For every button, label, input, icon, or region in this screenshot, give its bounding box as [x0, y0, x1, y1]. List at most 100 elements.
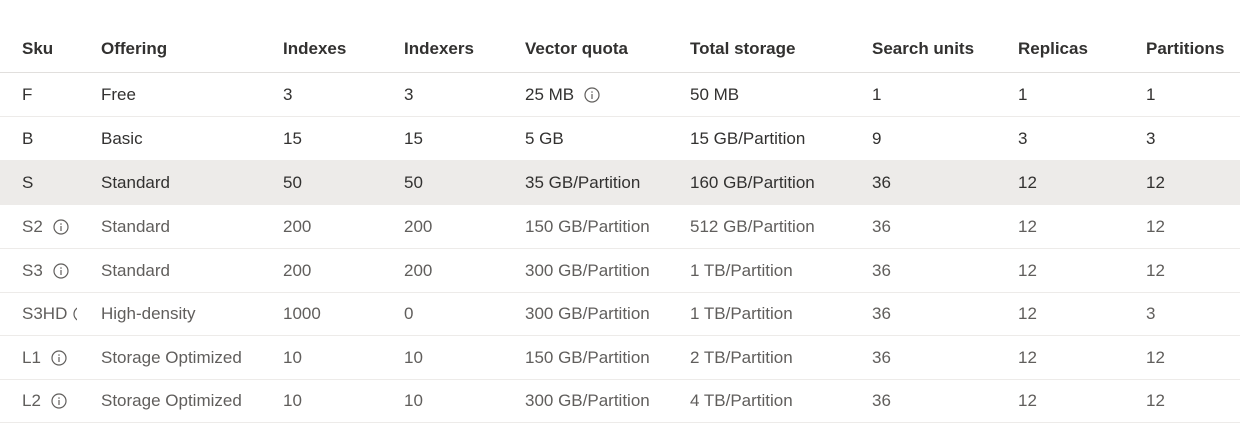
indexes-cell: 15: [283, 128, 302, 148]
column-header-indexes[interactable]: Indexes: [283, 26, 346, 72]
total-storage-cell: 15 GB/Partition: [690, 128, 806, 148]
tier-row-f[interactable]: F Free 3 3 25 MB 50 MB 1 1 1: [0, 73, 1240, 117]
sku-cell: F: [22, 84, 33, 104]
indexes-cell: 3: [283, 84, 293, 104]
sku-value: L2: [22, 390, 41, 410]
info-icon[interactable]: [51, 392, 67, 409]
partitions-cell: 12: [1146, 260, 1165, 280]
offering-cell: Standard: [101, 260, 170, 280]
search-units-cell: 1: [872, 84, 882, 104]
sku-value: L1: [22, 347, 41, 367]
indexes-cell: 200: [283, 260, 312, 280]
total-storage-cell: 160 GB/Partition: [690, 172, 815, 192]
sku-cell: S3: [22, 249, 69, 292]
vector-quota-cell: 5 GB: [525, 128, 564, 148]
search-units-cell: 36: [872, 390, 891, 410]
total-storage-cell: 4 TB/Partition: [690, 390, 793, 410]
column-header-vector-quota[interactable]: Vector quota: [525, 26, 628, 72]
info-icon[interactable]: [53, 218, 69, 235]
sku-cell: L2: [22, 379, 67, 422]
vector-quota-cell: 300 GB/Partition: [525, 260, 650, 280]
tier-row-b[interactable]: B Basic 15 15 5 GB 15 GB/Partition 9 3 3: [0, 117, 1240, 161]
replicas-cell: 12: [1018, 172, 1037, 192]
tier-row-s3[interactable]: S3 Standard 200 200 300 GB/Partition 1 T…: [0, 249, 1240, 293]
tier-row-s[interactable]: S Standard 50 50 35 GB/Partition 160 GB/…: [0, 161, 1240, 205]
partitions-cell: 3: [1146, 303, 1156, 323]
search-units-cell: 36: [872, 303, 891, 323]
total-storage-cell: 1 TB/Partition: [690, 303, 793, 323]
total-storage-cell: 1 TB/Partition: [690, 260, 793, 280]
indexers-cell: 10: [404, 347, 423, 367]
vector-quota-cell: 25 MB: [525, 73, 600, 116]
info-icon[interactable]: [53, 262, 69, 279]
indexers-cell: 3: [404, 84, 414, 104]
offering-cell: High-density: [101, 303, 196, 323]
indexers-cell: 200: [404, 216, 433, 236]
pricing-tier-grid: Sku Offering Indexes Indexers Vector quo…: [0, 0, 1240, 430]
replicas-cell: 12: [1018, 347, 1037, 367]
sku-cell: S3HD: [22, 292, 78, 335]
partitions-cell: 1: [1146, 84, 1156, 104]
replicas-cell: 12: [1018, 390, 1037, 410]
column-header-replicas[interactable]: Replicas: [1018, 26, 1088, 72]
indexes-cell: 10: [283, 390, 302, 410]
indexers-cell: 50: [404, 172, 423, 192]
column-header-indexers[interactable]: Indexers: [404, 26, 474, 72]
offering-cell: Storage Optimized: [101, 390, 242, 410]
sku-cell: L1: [22, 336, 67, 379]
replicas-cell: 12: [1018, 216, 1037, 236]
partitions-cell: 12: [1146, 172, 1165, 192]
offering-cell: Storage Optimized: [101, 347, 242, 367]
tier-row-s3hd[interactable]: S3HD High-density 1000 0 300 GB/Partitio…: [0, 292, 1240, 336]
partitions-cell: 12: [1146, 347, 1165, 367]
vector-quota-cell: 35 GB/Partition: [525, 172, 641, 192]
search-units-cell: 36: [872, 260, 891, 280]
indexers-cell: 10: [404, 390, 423, 410]
indexes-cell: 200: [283, 216, 312, 236]
info-icon[interactable]: [73, 306, 78, 322]
sku-cell: S: [22, 172, 34, 192]
sku-cell: B: [22, 128, 34, 148]
column-header-total-storage[interactable]: Total storage: [690, 26, 795, 72]
replicas-cell: 1: [1018, 84, 1028, 104]
column-header-search-units[interactable]: Search units: [872, 26, 974, 72]
search-units-cell: 9: [872, 128, 882, 148]
search-units-cell: 36: [872, 172, 891, 192]
partitions-cell: 3: [1146, 128, 1156, 148]
info-icon[interactable]: [51, 349, 67, 366]
replicas-cell: 12: [1018, 260, 1037, 280]
column-header-partitions[interactable]: Partitions: [1146, 26, 1224, 72]
info-icon[interactable]: [584, 86, 600, 103]
tier-row-l1[interactable]: L1 Storage Optimized 10 10 150 GB/Partit…: [0, 336, 1240, 380]
vector-quota-cell: 300 GB/Partition: [525, 303, 650, 323]
offering-cell: Standard: [101, 216, 170, 236]
indexers-cell: 15: [404, 128, 423, 148]
indexers-cell: 200: [404, 260, 433, 280]
vector-quota-cell: 300 GB/Partition: [525, 390, 650, 410]
replicas-cell: 3: [1018, 128, 1028, 148]
column-header-sku[interactable]: Sku: [22, 26, 53, 72]
indexers-cell: 0: [404, 303, 414, 323]
partitions-cell: 12: [1146, 216, 1165, 236]
partitions-cell: 12: [1146, 390, 1165, 410]
tier-row-l2[interactable]: L2 Storage Optimized 10 10 300 GB/Partit…: [0, 379, 1240, 423]
total-storage-cell: 512 GB/Partition: [690, 216, 815, 236]
sku-value: S2: [22, 216, 43, 236]
tier-row-s2[interactable]: S2 Standard 200 200 150 GB/Partition 512…: [0, 205, 1240, 249]
offering-cell: Basic: [101, 128, 143, 148]
sku-cell: S2: [22, 205, 69, 248]
total-storage-cell: 50 MB: [690, 84, 740, 104]
sku-value: S3: [22, 260, 43, 280]
search-units-cell: 36: [872, 347, 891, 367]
offering-cell: Free: [101, 84, 136, 104]
total-storage-cell: 2 TB/Partition: [690, 347, 793, 367]
column-header-offering[interactable]: Offering: [101, 26, 167, 72]
replicas-cell: 12: [1018, 303, 1037, 323]
vector-quota-cell: 150 GB/Partition: [525, 216, 650, 236]
vector-quota-cell: 150 GB/Partition: [525, 347, 650, 367]
indexes-cell: 1000: [283, 303, 321, 323]
indexes-cell: 10: [283, 347, 302, 367]
offering-cell: Standard: [101, 172, 170, 192]
indexes-cell: 50: [283, 172, 302, 192]
vector-quota-value: 25 MB: [525, 84, 575, 104]
